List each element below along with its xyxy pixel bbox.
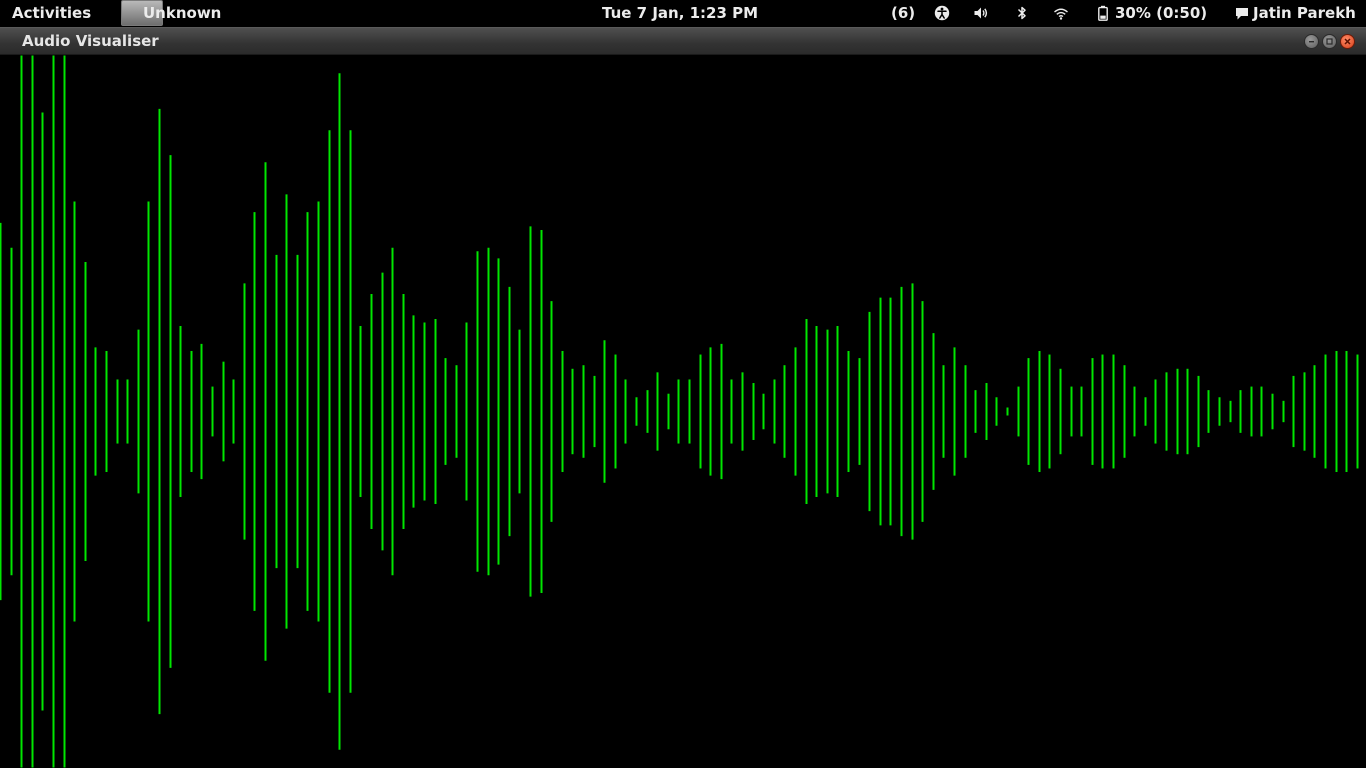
- bluetooth-icon[interactable]: [1014, 5, 1030, 21]
- activities-button[interactable]: Activities: [12, 4, 91, 22]
- visualiser-canvas: [0, 55, 1366, 768]
- clock[interactable]: Tue 7 Jan, 1:23 PM: [602, 4, 758, 22]
- wifi-icon[interactable]: [1053, 5, 1069, 21]
- minimize-button[interactable]: [1304, 34, 1319, 49]
- window-titlebar[interactable]: Audio Visualiser: [0, 27, 1366, 55]
- notification-count[interactable]: (6): [891, 4, 915, 22]
- accessibility-icon[interactable]: [934, 5, 950, 21]
- waveform: [0, 55, 1359, 768]
- maximize-icon: [1326, 38, 1333, 45]
- window-title: Audio Visualiser: [22, 32, 159, 50]
- battery-icon[interactable]: [1095, 5, 1111, 21]
- close-icon: [1344, 38, 1351, 45]
- close-button[interactable]: [1340, 34, 1355, 49]
- minimize-icon: [1309, 41, 1314, 43]
- user-menu[interactable]: Jatin Parekh: [1253, 4, 1356, 22]
- app-menu-label[interactable]: Unknown: [143, 4, 221, 22]
- top-panel: Activities Unknown Tue 7 Jan, 1:23 PM (6…: [0, 0, 1366, 27]
- chat-icon[interactable]: [1234, 5, 1250, 21]
- volume-icon[interactable]: [973, 5, 989, 21]
- maximize-button[interactable]: [1322, 34, 1337, 49]
- battery-status[interactable]: 30% (0:50): [1115, 4, 1207, 22]
